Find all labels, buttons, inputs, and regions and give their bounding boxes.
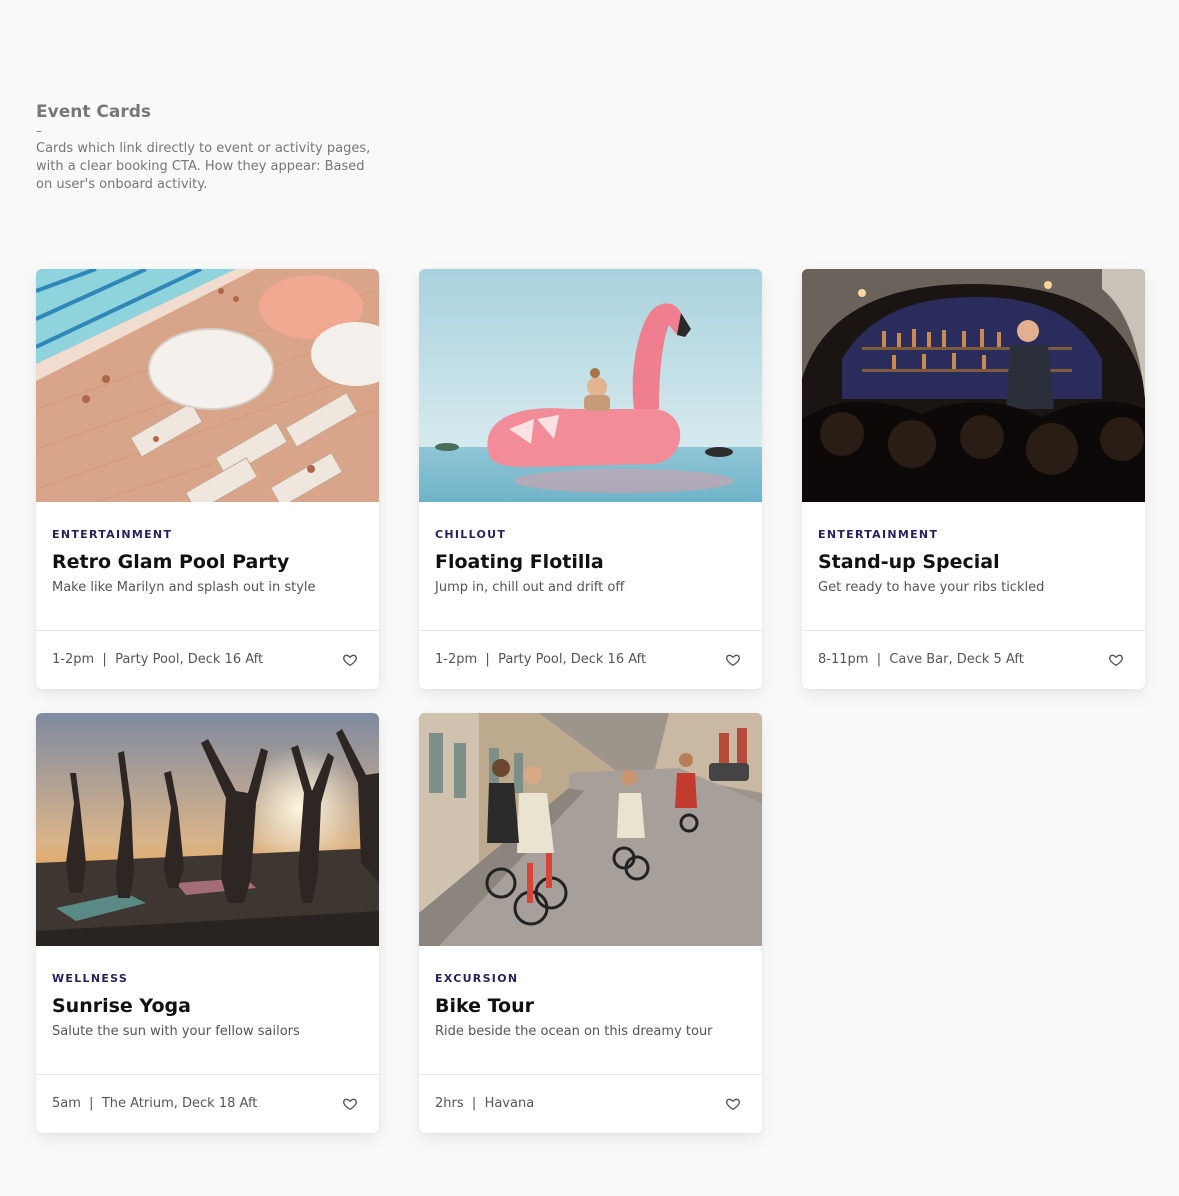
event-category: EXCURSION bbox=[435, 972, 519, 985]
event-location: Havana bbox=[484, 1096, 535, 1111]
favorite-heart-icon[interactable] bbox=[725, 1096, 741, 1112]
meta-separator: | bbox=[876, 652, 882, 667]
event-image-bike-tour bbox=[419, 713, 762, 946]
event-time: 1-2pm bbox=[435, 652, 478, 667]
event-card-pool-party[interactable]: ENTERTAINMENT Retro Glam Pool Party Make… bbox=[36, 269, 379, 689]
event-title[interactable]: Floating Flotilla bbox=[435, 550, 746, 574]
event-category: CHILLOUT bbox=[435, 528, 507, 541]
event-card-bike-tour[interactable]: EXCURSION Bike Tour Ride beside the ocea… bbox=[419, 713, 762, 1133]
event-footer: 1-2pm | Party Pool, Deck 16 Aft bbox=[419, 630, 762, 689]
event-time: 8-11pm bbox=[818, 652, 869, 667]
event-description: Ride beside the ocean on this dreamy tou… bbox=[435, 1024, 713, 1039]
favorite-heart-icon[interactable] bbox=[1108, 652, 1124, 668]
event-footer: 2hrs | Havana bbox=[419, 1074, 762, 1133]
event-location: Cave Bar, Deck 5 Aft bbox=[889, 652, 1024, 667]
event-footer: 5am | The Atrium, Deck 18 Aft bbox=[36, 1074, 379, 1133]
event-image-standup-special bbox=[802, 269, 1145, 502]
event-category: ENTERTAINMENT bbox=[52, 528, 173, 541]
favorite-heart-icon[interactable] bbox=[725, 652, 741, 668]
event-meta: 8-11pm | Cave Bar, Deck 5 Aft bbox=[818, 651, 1024, 669]
favorite-heart-icon[interactable] bbox=[342, 652, 358, 668]
event-category: WELLNESS bbox=[52, 972, 129, 985]
event-category: ENTERTAINMENT bbox=[818, 528, 939, 541]
page-title: Event Cards bbox=[36, 102, 151, 122]
event-meta: 1-2pm | Party Pool, Deck 16 Aft bbox=[435, 651, 646, 669]
event-card-floating-flotilla[interactable]: CHILLOUT Floating Flotilla Jump in, chil… bbox=[419, 269, 762, 689]
title-divider: – bbox=[36, 124, 42, 138]
event-title[interactable]: Sunrise Yoga bbox=[52, 994, 363, 1018]
favorite-heart-icon[interactable] bbox=[342, 1096, 358, 1112]
meta-separator: | bbox=[89, 1096, 94, 1111]
event-description: Make like Marilyn and splash out in styl… bbox=[52, 580, 316, 595]
event-image-floating-flotilla bbox=[419, 269, 762, 502]
event-image-sunrise-yoga bbox=[36, 713, 379, 946]
event-location: Party Pool, Deck 16 Aft bbox=[498, 652, 647, 667]
event-time: 5am bbox=[52, 1096, 81, 1111]
event-description: Get ready to have your ribs tickled bbox=[818, 580, 1045, 595]
event-card-sunrise-yoga[interactable]: WELLNESS Sunrise Yoga Salute the sun wit… bbox=[36, 713, 379, 1133]
event-time: 1-2pm bbox=[52, 652, 95, 667]
event-title[interactable]: Bike Tour bbox=[435, 994, 746, 1018]
event-location: Party Pool, Deck 16 Aft bbox=[115, 652, 264, 667]
page-description: Cards which link directly to event or ac… bbox=[36, 141, 371, 192]
event-meta: 1-2pm | Party Pool, Deck 16 Aft bbox=[52, 651, 263, 669]
intro-section: Event Cards – Cards which link directly … bbox=[36, 101, 376, 194]
event-description: Salute the sun with your fellow sailors bbox=[52, 1024, 300, 1039]
event-meta: 5am | The Atrium, Deck 18 Aft bbox=[52, 1095, 257, 1113]
event-title[interactable]: Retro Glam Pool Party bbox=[52, 550, 363, 574]
event-meta: 2hrs | Havana bbox=[435, 1095, 534, 1113]
event-footer: 8-11pm | Cave Bar, Deck 5 Aft bbox=[802, 630, 1145, 689]
meta-separator: | bbox=[485, 652, 490, 667]
event-footer: 1-2pm | Party Pool, Deck 16 Aft bbox=[36, 630, 379, 689]
meta-separator: | bbox=[471, 1096, 477, 1111]
event-time: 2hrs bbox=[435, 1096, 464, 1111]
event-description: Jump in, chill out and drift off bbox=[435, 580, 625, 595]
event-card-standup-special[interactable]: ENTERTAINMENT Stand-up Special Get ready… bbox=[802, 269, 1145, 689]
event-title[interactable]: Stand-up Special bbox=[818, 550, 1129, 574]
event-image-pool-party bbox=[36, 269, 379, 502]
event-location: The Atrium, Deck 18 Aft bbox=[101, 1096, 258, 1111]
meta-separator: | bbox=[102, 652, 107, 667]
